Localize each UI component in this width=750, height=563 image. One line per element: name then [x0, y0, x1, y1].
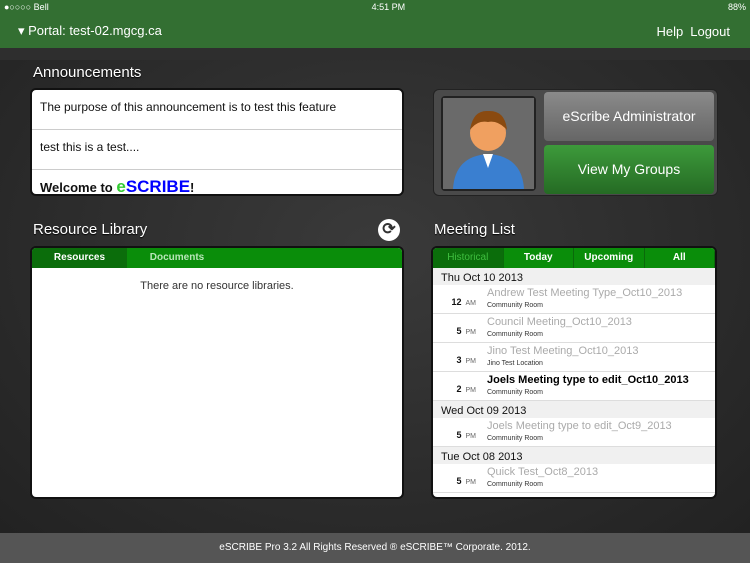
resource-library-panel: Resources Documents There are no resourc…	[30, 246, 404, 499]
resource-tabs: Resources Documents	[32, 248, 402, 268]
view-my-groups-button[interactable]: View My Groups	[544, 145, 714, 194]
meeting-row[interactable]: 5 PM Council Meeting_Oct10_2013 Community R…	[433, 314, 715, 343]
meeting-title: Quick Test_Oct8_2013	[487, 466, 599, 478]
meeting-time: 12 AM	[451, 297, 476, 307]
carrier: ●○○○○ Bell	[4, 2, 49, 12]
announcement-item[interactable]: Welcome to eSCRIBE!	[32, 170, 402, 194]
meeting-title: Joels Meeting type to edit_Oct9_2013	[487, 420, 672, 432]
meeting-row[interactable]: 2 PM Joels Meeting type to edit_Oct10_2013…	[433, 372, 715, 401]
meeting-location: Jino Test Location	[487, 360, 543, 367]
meeting-time: 5 PM	[456, 430, 476, 440]
announcement-item[interactable]: The purpose of this announcement is to t…	[32, 90, 402, 130]
battery: 88%	[727, 2, 746, 12]
meeting-list: Thu Oct 10 2013 12 AM Andrew Test Meeting T…	[433, 268, 715, 493]
meeting-list-panel: Historical Today Upcoming All Thu Oct 10…	[431, 246, 717, 499]
meeting-location: Community Room	[487, 331, 544, 338]
meeting-location: Community Room	[487, 302, 544, 309]
date-header: Thu Oct 10 2013	[433, 268, 715, 285]
tab-upcoming[interactable]: Upcoming	[574, 248, 645, 268]
meeting-title: Andrew Test Meeting Type_Oct10_2013	[487, 287, 683, 299]
meeting-row[interactable]: 5 PM Joels Meeting type to edit_Oct9_2013 C…	[433, 418, 715, 447]
announcements-title: Announcements	[33, 64, 142, 81]
refresh-icon[interactable]: ⟳	[378, 219, 400, 241]
meeting-time: 5 PM	[456, 476, 476, 486]
meeting-row[interactable]: 5 PM Quick Test_Oct8_2013 Community Room	[433, 464, 715, 493]
profile-card: eScribe Administrator View My Groups	[433, 89, 718, 196]
clock: 4:51 PM	[371, 2, 406, 12]
meeting-location: Community Room	[487, 481, 544, 488]
meeting-time: 3 PM	[456, 355, 476, 365]
meeting-row[interactable]: 3 PM Jino Test Meeting_Oct10_2013 Jino Test…	[433, 343, 715, 372]
meeting-time: 2 PM	[456, 384, 476, 394]
meeting-location: Community Room	[487, 389, 544, 396]
status-bar: ●○○○○ Bell 4:51 PM 88%	[0, 0, 750, 16]
meeting-time: 5 PM	[456, 326, 476, 336]
meeting-title: Jino Test Meeting_Oct10_2013	[487, 345, 639, 357]
admin-button[interactable]: eScribe Administrator	[544, 92, 714, 141]
meeting-tabs: Historical Today Upcoming All	[433, 248, 715, 268]
tab-resources[interactable]: Resources	[32, 248, 127, 268]
logout-link[interactable]: Logout	[690, 24, 730, 39]
meeting-list-title: Meeting List	[434, 221, 515, 238]
announcement-item[interactable]: test this is a test....	[32, 130, 402, 170]
tab-today[interactable]: Today	[504, 248, 574, 268]
resource-library-title: Resource Library	[33, 221, 148, 238]
meeting-location: Community Room	[487, 435, 544, 442]
tab-historical[interactable]: Historical	[433, 248, 504, 268]
date-header: Wed Oct 09 2013	[433, 401, 715, 418]
meeting-title: Joels Meeting type to edit_Oct10_2013	[487, 374, 689, 386]
footer: eSCRIBE Pro 3.2 All Rights Reserved ® eS…	[0, 533, 750, 563]
tab-all[interactable]: All	[645, 248, 715, 268]
meeting-row[interactable]: 12 AM Andrew Test Meeting Type_Oct10_2013 C…	[433, 285, 715, 314]
announcements-panel[interactable]: The purpose of this announcement is to t…	[30, 88, 404, 196]
empty-message: There are no resource libraries.	[140, 280, 294, 292]
help-link[interactable]: Help	[656, 24, 683, 39]
tab-documents[interactable]: Documents	[127, 248, 227, 268]
meeting-title: Council Meeting_Oct10_2013	[487, 316, 632, 328]
portal-selector[interactable]: ▾ Portal: test-02.mgcg.ca	[18, 23, 162, 39]
date-header: Tue Oct 08 2013	[433, 447, 715, 464]
top-bar: ●○○○○ Bell 4:51 PM 88% ▾ Portal: test-02…	[0, 0, 750, 48]
user-avatar-icon	[441, 96, 536, 191]
